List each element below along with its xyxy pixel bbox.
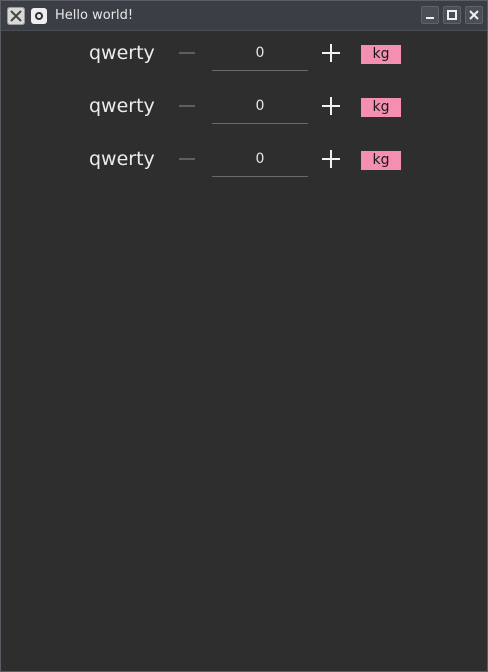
close-icon: [469, 10, 479, 20]
quantity-field[interactable]: 0: [212, 35, 308, 71]
increment-button[interactable]: [321, 96, 341, 116]
increment-button[interactable]: [321, 43, 341, 63]
window-controls: [421, 6, 483, 24]
maximize-icon: [447, 10, 457, 20]
unit-badge[interactable]: kg: [361, 98, 401, 117]
quantity-row: qwerty 0 kg: [1, 35, 487, 71]
quantity-row: qwerty 0 kg: [1, 88, 487, 124]
decrement-button[interactable]: [177, 96, 197, 116]
minus-icon: [179, 105, 195, 107]
close-button[interactable]: [465, 6, 483, 24]
maximize-button[interactable]: [443, 6, 461, 24]
window-menu-icon[interactable]: [31, 7, 47, 24]
row-label: qwerty: [89, 42, 155, 64]
title-bar[interactable]: Hello world!: [1, 1, 487, 31]
minus-icon: [179, 158, 195, 160]
quantity-row: qwerty 0 kg: [1, 141, 487, 177]
quantity-field[interactable]: 0: [212, 141, 308, 177]
unit-badge[interactable]: kg: [361, 151, 401, 170]
minus-icon: [179, 52, 195, 54]
unit-badge[interactable]: kg: [361, 45, 401, 64]
window-title: Hello world!: [55, 8, 134, 23]
row-label: qwerty: [89, 95, 155, 117]
increment-button[interactable]: [321, 149, 341, 169]
minimize-icon: [426, 17, 434, 19]
quantity-field[interactable]: 0: [212, 88, 308, 124]
decrement-button[interactable]: [177, 43, 197, 63]
x-app-icon[interactable]: [7, 6, 25, 25]
app-window: Hello world! qwerty 0 kg qwerty 0 kg qwe…: [0, 0, 488, 672]
row-label: qwerty: [89, 148, 155, 170]
decrement-button[interactable]: [177, 149, 197, 169]
minimize-button[interactable]: [421, 6, 439, 24]
